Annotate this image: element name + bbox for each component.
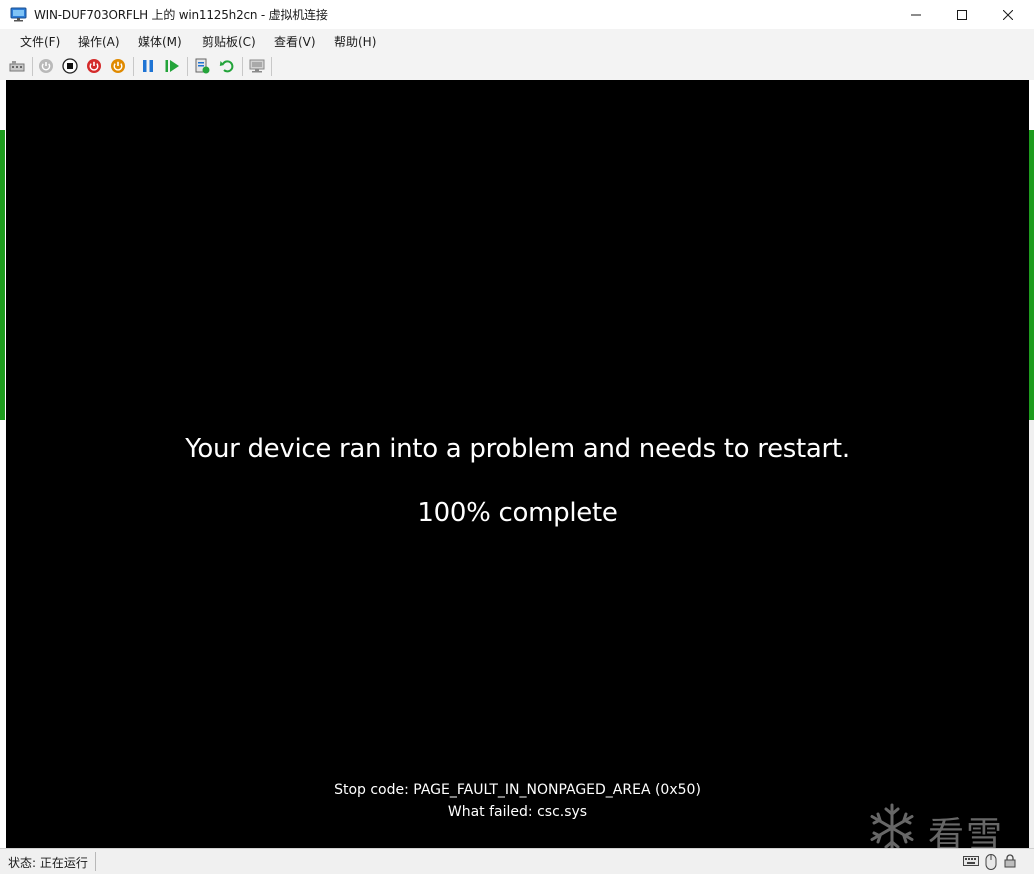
toolbar-separator xyxy=(271,57,272,76)
title-bar[interactable]: WIN-DUF703ORFLH 上的 win1125h2cn - 虚拟机连接 xyxy=(0,0,1034,29)
toolbar-separator xyxy=(242,57,243,76)
turn-off-icon[interactable] xyxy=(62,58,78,74)
keyboard-icon xyxy=(963,856,979,866)
close-button[interactable] xyxy=(985,0,1031,29)
vm-connection-window: WIN-DUF703ORFLH 上的 win1125h2cn - 虚拟机连接 文… xyxy=(0,0,1034,879)
maximize-button[interactable] xyxy=(939,0,985,29)
minimize-icon xyxy=(911,14,921,15)
toolbar xyxy=(0,52,1034,81)
resume-icon[interactable] xyxy=(164,58,180,74)
close-icon xyxy=(1003,9,1013,20)
start-icon[interactable] xyxy=(38,58,54,74)
toolbar-separator xyxy=(133,57,134,76)
menu-file[interactable]: 文件(F) xyxy=(20,33,60,50)
background-accent-edge xyxy=(0,130,5,420)
toolbar-separator xyxy=(32,57,33,76)
pause-icon[interactable] xyxy=(140,58,156,74)
menu-bar: 文件(F) 操作(A) 媒体(M) 剪贴板(C) 查看(V) 帮助(H) xyxy=(0,29,1034,52)
enhanced-session-icon[interactable] xyxy=(249,58,265,74)
status-bar: 状态: 正在运行 xyxy=(0,848,1034,875)
toolbar-separator xyxy=(187,57,188,76)
bsod-message: Your device ran into a problem and needs… xyxy=(185,434,850,464)
vm-screen[interactable]: Your device ran into a problem and needs… xyxy=(6,80,1029,848)
menu-clipboard[interactable]: 剪贴板(C) xyxy=(202,33,256,50)
save-state-icon[interactable] xyxy=(110,58,126,74)
menu-help[interactable]: 帮助(H) xyxy=(334,33,376,50)
shutdown-icon[interactable] xyxy=(86,58,102,74)
bsod-progress: 100% complete xyxy=(417,498,618,528)
snowflake-icon xyxy=(870,803,914,853)
bsod-stop-code: Stop code: PAGE_FAULT_IN_NONPAGED_AREA (… xyxy=(334,782,701,798)
background-edge-white xyxy=(1029,80,1034,130)
background-window-edge-right xyxy=(1029,80,1034,848)
minimize-button[interactable] xyxy=(893,0,939,29)
checkpoint-icon[interactable] xyxy=(194,58,210,74)
menu-media[interactable]: 媒体(M) xyxy=(138,33,182,50)
menu-view[interactable]: 查看(V) xyxy=(274,33,316,50)
background-accent-edge xyxy=(1029,130,1034,420)
mouse-icon xyxy=(985,854,997,870)
revert-icon[interactable] xyxy=(219,58,235,74)
ctrl-alt-del-icon[interactable] xyxy=(9,58,25,74)
status-text: 状态: 正在运行 xyxy=(8,856,88,870)
vm-monitor-icon xyxy=(10,7,27,22)
maximize-icon xyxy=(957,9,967,20)
status-separator xyxy=(95,852,96,871)
menu-action[interactable]: 操作(A) xyxy=(78,33,120,50)
window-bottom-border xyxy=(0,874,1034,879)
lock-icon xyxy=(1004,854,1016,868)
window-title: WIN-DUF703ORFLH 上的 win1125h2cn - 虚拟机连接 xyxy=(34,8,328,22)
